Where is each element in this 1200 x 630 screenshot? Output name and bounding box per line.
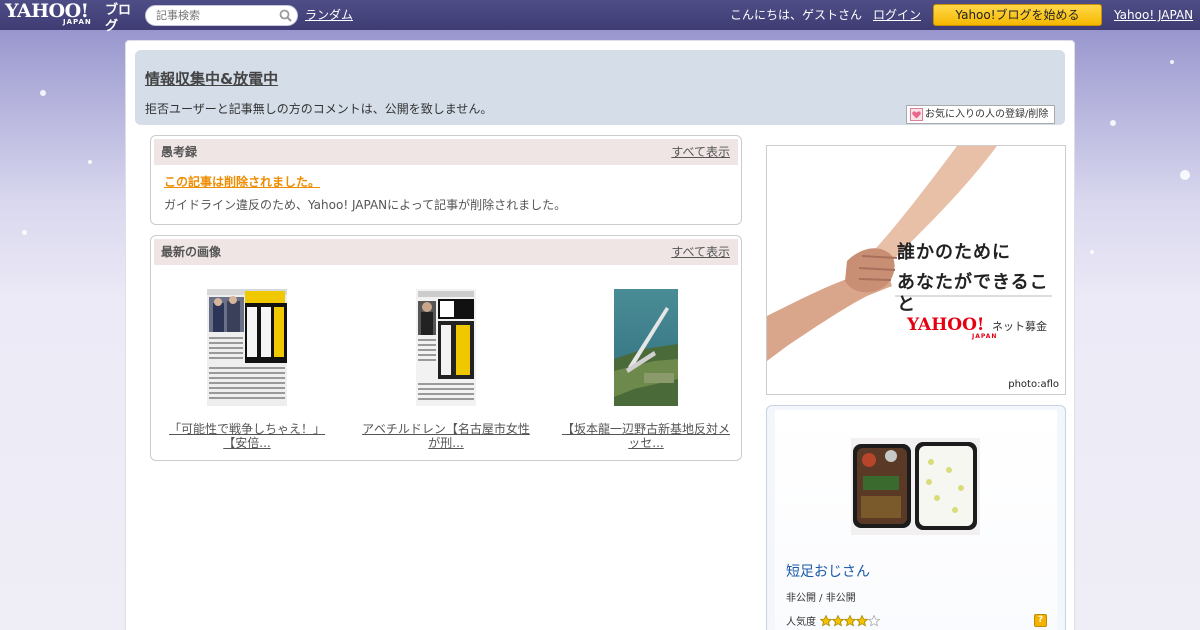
- snow-dot: [88, 160, 92, 164]
- profile-status: 非公開 / 非公開: [786, 593, 856, 604]
- ad-photo-credit: photo:aflo: [1008, 379, 1059, 390]
- latest-images-more-link[interactable]: すべて表示: [671, 245, 730, 259]
- thumbnail-image[interactable]: [614, 289, 678, 406]
- favorite-button-label: お気に入りの人の登録/削除: [925, 109, 1049, 120]
- popularity-stars: [820, 615, 880, 627]
- profile-name[interactable]: 短足おじさん: [786, 564, 870, 580]
- profile-inner: 短足おじさん 非公開 / 非公開 人気度 ?: [775, 410, 1057, 630]
- recent-articles-heading: 愚考録: [161, 145, 198, 159]
- ad-text-line: 誰かのために: [897, 242, 1011, 263]
- search-input[interactable]: [156, 8, 276, 23]
- logo-sub: JAPAN: [63, 18, 92, 26]
- ad-brand-sub: JAPAN: [972, 333, 998, 340]
- logo-blog: ブログ: [105, 3, 132, 34]
- star-filled-icon: [844, 615, 856, 627]
- blog-title[interactable]: 情報収集中&放電中: [145, 70, 278, 88]
- snow-dot: [1180, 170, 1190, 180]
- page-container: 情報収集中&放電中 拒否ユーザーと記事無しの方のコメントは、公開を致しません。 …: [125, 40, 1075, 630]
- ad-banner[interactable]: 誰かのために あなたができること YAHOO! JAPAN ネット募金 phot…: [766, 145, 1066, 395]
- caption-line: 【坂本龍一辺野古新基地反対メ: [561, 422, 730, 436]
- latest-images-heading: 最新の画像: [161, 245, 222, 259]
- heart-icon: [910, 108, 923, 121]
- yahoo-japan-link[interactable]: Yahoo! JAPAN: [1114, 8, 1193, 22]
- random-link[interactable]: ランダム: [305, 8, 353, 22]
- yahoo-blog-logo[interactable]: YAHOO! JAPAN ブログ: [5, 1, 141, 34]
- blog-header: 情報収集中&放電中 拒否ユーザーと記事無しの方のコメントは、公開を致しません。 …: [135, 50, 1065, 125]
- caption-line: が刑...: [428, 436, 464, 450]
- profile-avatar[interactable]: [851, 438, 980, 535]
- caption-line: アベチルドレン【名古屋市女性: [362, 422, 530, 436]
- snow-dot: [22, 230, 27, 235]
- star-filled-icon: [820, 615, 832, 627]
- thumbnail-image[interactable]: [416, 289, 476, 406]
- recent-articles-header: 愚考録 すべて表示: [154, 139, 738, 165]
- star-filled-icon: [832, 615, 844, 627]
- masthead: YAHOO! JAPAN ブログ ランダム こんにちは、ゲストさん ログイン Y…: [0, 0, 1200, 34]
- ad-text-line: あなたができること: [897, 272, 1049, 315]
- handshake-image: [767, 146, 1065, 394]
- snow-dot: [1170, 60, 1174, 64]
- caption-line: 【安倍...: [223, 436, 271, 450]
- thumbnail-caption[interactable]: アベチルドレン【名古屋市女性 が刑...: [356, 422, 536, 450]
- deleted-article-description: ガイドライン違反のため、Yahoo! JAPANによって記事が削除されました。: [164, 198, 567, 212]
- thumbnail-image[interactable]: [207, 289, 287, 406]
- recent-articles-more-link[interactable]: すべて表示: [671, 145, 730, 159]
- ad-brand-logo: YAHOO!: [907, 315, 985, 335]
- caption-line: 「可能性で戦争しちゃえ！」: [168, 422, 325, 436]
- profile-card: 短足おじさん 非公開 / 非公開 人気度 ?: [766, 405, 1066, 630]
- start-blog-button[interactable]: Yahoo!ブログを始める: [933, 4, 1102, 26]
- ad-service-label: ネット募金: [992, 320, 1047, 333]
- snow-dot: [40, 90, 46, 96]
- popularity-label: 人気度: [786, 617, 816, 628]
- search-icon[interactable]: [279, 9, 292, 22]
- blog-description: 拒否ユーザーと記事無しの方のコメントは、公開を致しません。: [145, 102, 493, 116]
- search-box: [145, 5, 298, 26]
- favorite-button[interactable]: お気に入りの人の登録/削除: [906, 105, 1055, 124]
- snow-dot: [1110, 120, 1116, 126]
- thumbnail-caption[interactable]: 【坂本龍一辺野古新基地反対メ ッセ...: [556, 422, 736, 450]
- greeting-text: こんにちは、ゲストさん: [730, 8, 863, 22]
- caption-line: ッセ...: [628, 436, 664, 450]
- star-filled-icon: [856, 615, 868, 627]
- recent-articles-box: 愚考録 すべて表示 この記事は削除されました。 ガイドライン違反のため、Yaho…: [150, 135, 742, 225]
- star-empty-icon: [868, 615, 880, 627]
- deleted-article-link[interactable]: この記事は削除されました。: [164, 175, 320, 189]
- help-icon[interactable]: ?: [1034, 614, 1047, 627]
- latest-images-header: 最新の画像 すべて表示: [154, 239, 738, 265]
- login-link[interactable]: ログイン: [873, 8, 921, 22]
- latest-images-box: 最新の画像 すべて表示 「可能性で戦争しちゃえ！」 【安倍... アベチルドレン…: [150, 235, 742, 461]
- thumbnail-caption[interactable]: 「可能性で戦争しちゃえ！」 【安倍...: [157, 422, 337, 450]
- snow-dot: [1090, 250, 1094, 254]
